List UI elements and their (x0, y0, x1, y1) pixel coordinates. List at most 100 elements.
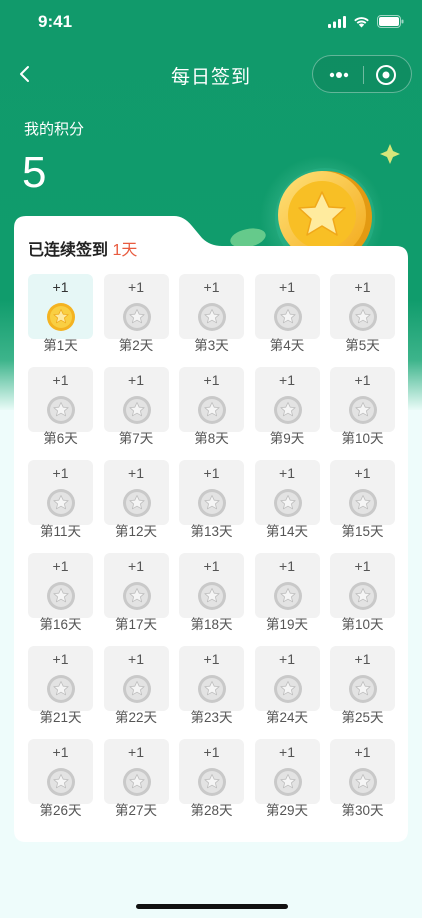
day-cell[interactable]: +1 第28天 (179, 739, 244, 818)
day-label: 第2天 (118, 338, 154, 353)
day-reward: +1 (354, 558, 371, 574)
day-cell[interactable]: +1 第17天 (103, 553, 169, 632)
day-cell[interactable]: +1 第25天 (330, 646, 395, 725)
star-coin-silver-icon (273, 675, 302, 703)
checkin-grid: +1 第1天 +1 第2天 +1 第3天 +1 第4天 +1 第5天 +1 第6天 +1 第7天 +1 第8天… (28, 274, 395, 818)
more-dots-icon[interactable] (325, 66, 353, 84)
star-coin-silver-icon (122, 303, 151, 331)
day-cell[interactable]: +1 第12天 (103, 460, 169, 539)
day-cell[interactable]: +1 第3天 (179, 274, 244, 353)
star-coin-silver-icon (122, 768, 151, 796)
day-reward: +1 (279, 558, 295, 574)
target-circle-icon[interactable] (375, 64, 397, 86)
day-reward: +1 (52, 744, 69, 760)
capsule-divider (363, 66, 364, 84)
day-label: 第28天 (190, 803, 233, 818)
day-cell[interactable]: +1 第16天 (28, 553, 93, 632)
status-bar: 9:41 (0, 0, 422, 46)
star-coin-silver-icon (47, 768, 75, 796)
day-cell[interactable]: +1 第1天 (28, 274, 93, 353)
streak-prefix: 已连续签到 (28, 242, 113, 259)
day-label: 第27天 (114, 803, 158, 818)
day-label: 第6天 (43, 431, 78, 446)
day-reward: +1 (279, 465, 295, 481)
day-cell[interactable]: +1 第4天 (254, 274, 320, 353)
streak-title: 已连续签到 1天 (28, 236, 137, 260)
star-coin-silver-icon (122, 675, 151, 703)
day-cell[interactable]: +1 第10天 (330, 367, 395, 446)
day-reward: +1 (279, 372, 295, 388)
day-reward: +1 (203, 372, 220, 388)
day-reward: +1 (279, 744, 295, 760)
day-cell[interactable]: +1 第22天 (103, 646, 169, 725)
star-coin-silver-icon (198, 489, 226, 517)
day-reward: +1 (52, 372, 69, 388)
star-coin-gold-icon (47, 303, 75, 331)
day-label: 第12天 (114, 524, 158, 539)
day-label: 第26天 (39, 803, 82, 818)
star-coin-silver-icon (47, 582, 75, 610)
day-cell[interactable]: +1 第18天 (179, 553, 244, 632)
star-coin-silver-icon (198, 582, 226, 610)
day-cell[interactable]: +1 第10天 (330, 553, 395, 632)
day-reward: +1 (128, 372, 144, 388)
star-coin-silver-icon (273, 303, 302, 331)
day-reward: +1 (354, 372, 371, 388)
status-time: 9:41 (38, 12, 73, 31)
day-cell[interactable]: +1 第24天 (254, 646, 320, 725)
day-label: 第24天 (265, 710, 309, 725)
day-cell[interactable]: +1 第5天 (330, 274, 395, 353)
day-reward: +1 (128, 279, 144, 295)
day-cell[interactable]: +1 第2天 (103, 274, 169, 353)
day-label: 第29天 (265, 803, 309, 818)
day-reward: +1 (203, 279, 220, 295)
star-coin-silver-icon (349, 582, 377, 610)
day-label: 第22天 (114, 710, 158, 725)
checkin-card: 已连续签到 1天 +1 第1天 +1 第2天 +1 第3天 +1 第4天 +1 第5天 +1 第6天 +… (14, 216, 408, 842)
day-cell[interactable]: +1 第7天 (103, 367, 169, 446)
day-reward: +1 (128, 558, 144, 574)
wifi-icon (354, 16, 369, 27)
day-label: 第23天 (190, 710, 233, 725)
day-cell[interactable]: +1 第19天 (254, 553, 320, 632)
star-coin-silver-icon (198, 303, 226, 331)
day-cell[interactable]: +1 第9天 (254, 367, 320, 446)
day-label: 第18天 (190, 617, 233, 632)
star-coin-silver-icon (198, 675, 226, 703)
day-label: 第1天 (43, 338, 78, 353)
day-reward: +1 (52, 558, 69, 574)
signal-icon (328, 15, 346, 28)
day-reward: +1 (354, 651, 371, 667)
streak-days: 1天 (112, 242, 138, 259)
day-reward: +1 (354, 465, 371, 481)
day-cell[interactable]: +1 第26天 (28, 739, 93, 818)
star-coin-silver-icon (198, 768, 226, 796)
day-cell[interactable]: +1 第14天 (254, 460, 320, 539)
day-cell[interactable]: +1 第23天 (179, 646, 244, 725)
day-label: 第14天 (265, 524, 309, 539)
day-label: 第11天 (39, 524, 81, 539)
day-cell[interactable]: +1 第13天 (179, 460, 244, 539)
star-coin-silver-icon (122, 489, 151, 517)
day-reward: +1 (128, 744, 144, 760)
day-reward: +1 (354, 744, 371, 760)
sparkle-icon (380, 144, 400, 164)
day-label: 第17天 (114, 617, 158, 632)
day-cell[interactable]: +1 第29天 (254, 739, 320, 818)
day-cell[interactable]: +1 第30天 (330, 739, 395, 818)
star-coin-silver-icon (273, 489, 302, 517)
day-label: 第19天 (265, 617, 309, 632)
day-cell[interactable]: +1 第8天 (179, 367, 244, 446)
day-label: 第3天 (194, 338, 229, 353)
star-coin-silver-icon (349, 303, 377, 331)
star-coin-silver-icon (349, 768, 377, 796)
day-cell[interactable]: +1 第11天 (28, 460, 93, 539)
day-cell[interactable]: +1 第6天 (28, 367, 93, 446)
day-reward: +1 (128, 465, 144, 481)
points-label: 我的积分 (24, 121, 85, 138)
day-cell[interactable]: +1 第21天 (28, 646, 93, 725)
day-label: 第15天 (341, 524, 384, 539)
day-reward: +1 (52, 465, 69, 481)
day-cell[interactable]: +1 第15天 (330, 460, 395, 539)
day-cell[interactable]: +1 第27天 (103, 739, 169, 818)
